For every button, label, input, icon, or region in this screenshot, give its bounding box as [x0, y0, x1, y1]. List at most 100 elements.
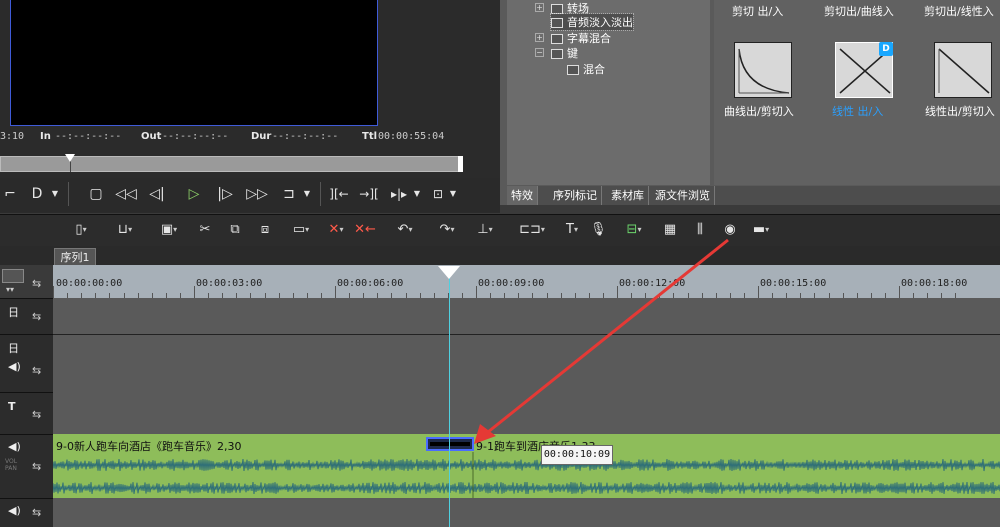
tree-item-label: 键: [567, 47, 578, 60]
tree-item-keys[interactable]: 键: [551, 45, 578, 61]
track-sync-icon[interactable]: ⇆: [32, 408, 41, 421]
step-forward-icon[interactable]: |▷: [216, 184, 234, 204]
track-video-1[interactable]: [53, 298, 1000, 335]
split-icon[interactable]: ▸|▸: [386, 184, 412, 204]
tree-item-blend[interactable]: 混合: [567, 61, 605, 77]
undo-icon[interactable]: ↶▾: [390, 221, 420, 239]
folder-icon: [551, 49, 563, 59]
scrub-thumb[interactable]: [65, 154, 75, 162]
timecode-tooltip: 00:00:10:09: [541, 445, 613, 465]
track-head-audio-1: ◀) VOL PAN ⇆: [0, 434, 53, 499]
track-sync-icon[interactable]: ⇆: [32, 506, 41, 519]
waveform: [53, 452, 1000, 498]
copy-icon[interactable]: ⧉: [226, 221, 244, 239]
ruler-label: 00:00:00:00: [56, 278, 123, 289]
title-track-icon[interactable]: T: [8, 400, 16, 413]
zoom-box[interactable]: [2, 269, 24, 283]
track-sync-icon[interactable]: ⇆: [32, 460, 41, 473]
mixer-icon[interactable]: ⫼: [690, 221, 710, 239]
tab-sequence-1[interactable]: 序列1: [54, 248, 96, 266]
expand-icon[interactable]: +: [535, 3, 544, 12]
speaker-icon[interactable]: ◀): [8, 504, 21, 517]
redo-icon[interactable]: ↷▾: [430, 221, 464, 239]
collapse-icon[interactable]: −: [535, 48, 544, 57]
track-sync-icon[interactable]: ⇆: [32, 364, 41, 377]
paste-icon[interactable]: ⧈: [256, 221, 274, 239]
ruler-tick: [53, 286, 54, 298]
track-head-audio-2: ◀) ⇆: [0, 498, 53, 527]
sync-icon[interactable]: ⇆: [32, 277, 41, 290]
tab-source-browser[interactable]: 源文件浏览: [651, 186, 715, 205]
tab-asset-bin[interactable]: 素材库: [607, 186, 649, 205]
loop-icon[interactable]: ⊐: [280, 184, 298, 204]
track-video-2[interactable]: [53, 335, 1000, 394]
fx-label: 剪切出/曲线入: [824, 5, 894, 18]
link-icon[interactable]: ▭▾: [284, 221, 318, 239]
output-dropdown-icon[interactable]: ▼: [448, 184, 458, 204]
ruler-tick: [899, 286, 900, 298]
expand-icon[interactable]: +: [535, 33, 544, 42]
fx-thumb-curve-out-cut-in[interactable]: [734, 42, 792, 98]
mark-dropdown-icon[interactable]: ▼: [50, 184, 60, 204]
microphone-icon[interactable]: 🎙: [590, 221, 607, 239]
save-icon[interactable]: ▣▾: [154, 221, 184, 239]
output-icon[interactable]: ⊡: [428, 184, 448, 204]
ruler-label: 00:00:18:00: [901, 278, 968, 289]
new-sequence-icon[interactable]: ▯▾: [70, 221, 92, 239]
rewind-icon[interactable]: ◁◁: [114, 184, 138, 204]
stop-icon[interactable]: ▢: [88, 184, 104, 204]
track-headers: ▾▾ ⇆ 日 ⇆ 日 ◀) ⇆ T ⇆ ◀) VOL PAN ⇆ ◀) ⇆: [0, 265, 53, 527]
effects-gallery: 剪切 出/入 剪切出/曲线入 剪切出/线性入 D 曲线出/剪切入 线性 出/入 …: [714, 0, 1000, 185]
playhead-handle[interactable]: [438, 266, 460, 279]
out-label: Out: [141, 131, 162, 142]
fx-thumb-linear-out-in[interactable]: D: [835, 42, 893, 98]
fast-forward-icon[interactable]: ▷▷: [244, 184, 270, 204]
fx-label-selected: 线性 出/入: [832, 105, 884, 118]
in-label: In: [40, 131, 51, 142]
open-icon[interactable]: ⊔▾: [110, 221, 140, 239]
folder-icon: [551, 18, 563, 28]
speaker-icon[interactable]: ◀): [8, 440, 21, 453]
window-icon[interactable]: ▬▾: [746, 221, 776, 239]
speaker-icon[interactable]: ◀): [8, 360, 21, 373]
prev-edit-icon[interactable]: ][←: [326, 184, 352, 204]
track-audio-2[interactable]: [53, 498, 1000, 527]
preview-screen: [10, 0, 378, 126]
sequence-tabs-bar: [0, 246, 1000, 265]
mark-out-icon[interactable]: D: [30, 184, 44, 204]
jog-left-icon[interactable]: ⌐: [2, 184, 18, 204]
tree-item-title-mix[interactable]: 字幕混合: [551, 30, 611, 46]
vol-pan-label: VOL PAN: [5, 458, 18, 472]
tree-item-label: 音频淡入淡出: [567, 16, 633, 29]
video-track-icon[interactable]: 日: [8, 304, 19, 320]
step-back-icon[interactable]: ◁|: [148, 184, 166, 204]
video-track-icon[interactable]: 日: [8, 340, 19, 356]
ripple-delete-icon[interactable]: ✕←: [352, 221, 378, 239]
clip-mode-icon[interactable]: ⊏⊐▾: [512, 221, 552, 239]
color-wheel-icon[interactable]: ◉: [720, 221, 740, 239]
render-icon[interactable]: ⊟▾: [614, 221, 654, 239]
tab-effects[interactable]: 特效: [507, 186, 538, 205]
track-sync-icon[interactable]: ⇆: [32, 310, 41, 323]
cut-icon[interactable]: ✂: [196, 221, 214, 239]
curve-out-icon: [738, 48, 790, 94]
tab-sequence-markers[interactable]: 序列标记: [549, 186, 602, 205]
play-icon[interactable]: ▷: [184, 184, 204, 204]
timeline-ruler[interactable]: 00:00:00:00 00:00:03:00 00:00:06:00 00:0…: [53, 265, 1000, 298]
split-dropdown-icon[interactable]: ▼: [412, 184, 422, 204]
next-edit-icon[interactable]: →][: [356, 184, 382, 204]
track-head-title: T ⇆: [0, 392, 53, 435]
zoom-dropdown-icon[interactable]: ▾▾: [6, 285, 14, 294]
ruler-label: 00:00:09:00: [478, 278, 545, 289]
delete-icon[interactable]: ✕▾: [324, 221, 348, 239]
loop-dropdown-icon[interactable]: ▼: [302, 184, 312, 204]
grid-icon[interactable]: ▦: [660, 221, 680, 239]
tree-item-audio-fade[interactable]: 音频淡入淡出: [550, 13, 634, 31]
title-icon[interactable]: T▾: [560, 221, 584, 239]
ruler-tick: [335, 286, 336, 298]
in-value: --:--:--:--: [55, 131, 122, 142]
audio-clip[interactable]: 9-0新人跑车向酒店《跑车音乐》2,30 9-1跑车到酒店音乐1,33: [53, 434, 1000, 498]
track-title[interactable]: [53, 393, 1000, 435]
marker-icon[interactable]: ⊥▾: [470, 221, 500, 239]
fx-thumb-linear-out-cut-in[interactable]: [934, 42, 992, 98]
